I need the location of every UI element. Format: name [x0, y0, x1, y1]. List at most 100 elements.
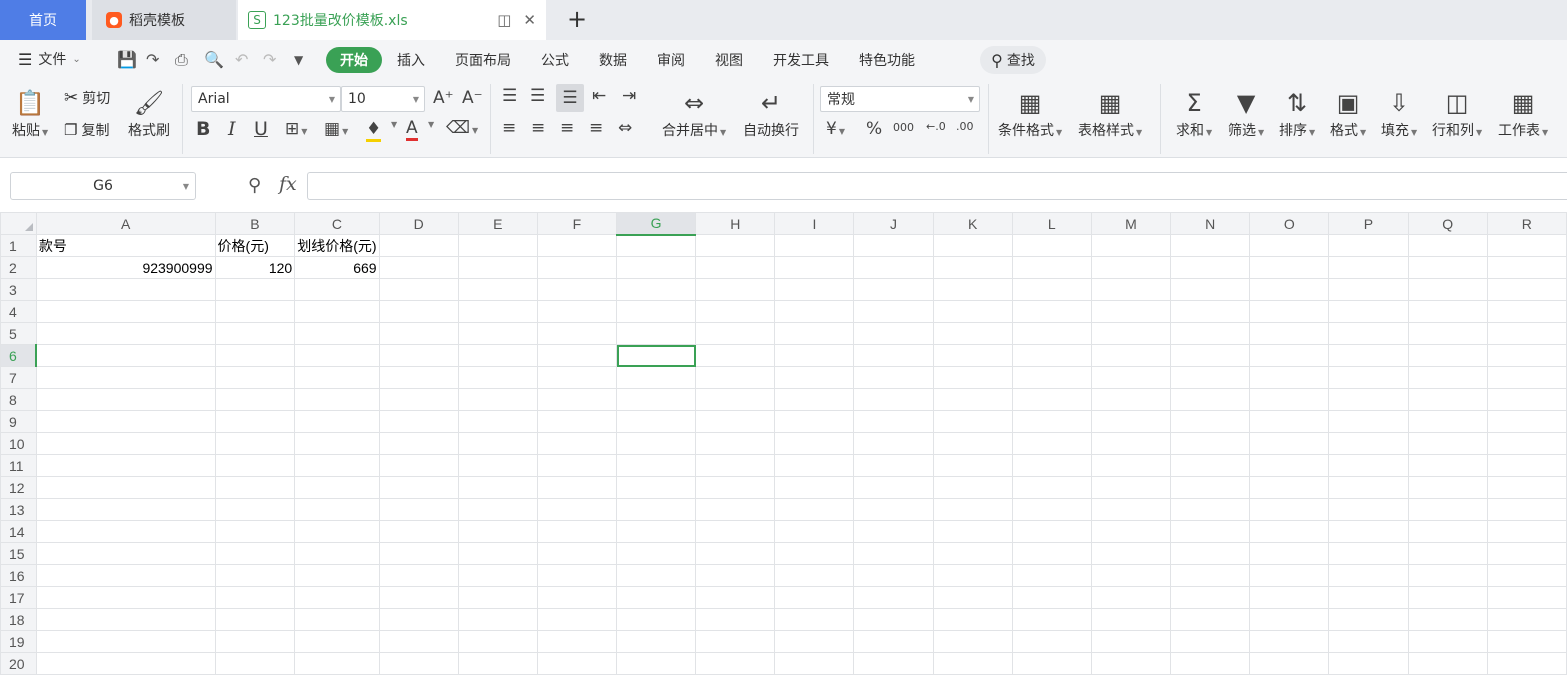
cell-h1[interactable] [695, 234, 776, 257]
cell-o1[interactable] [1249, 234, 1330, 257]
cell-q8[interactable] [1407, 388, 1488, 411]
fill-color-dropdown-icon[interactable]: ▼ [391, 120, 397, 129]
sort-button[interactable]: ⇅ 排序 ▼ [1279, 86, 1315, 140]
justify-icon[interactable]: ≡ [589, 118, 603, 138]
column-header-g[interactable]: G [616, 212, 697, 236]
cell-f15[interactable] [536, 542, 618, 565]
cell-i13[interactable] [774, 498, 855, 521]
cell-j6[interactable] [853, 344, 934, 367]
cell-c5[interactable] [294, 322, 380, 345]
tab-formulas[interactable]: 公式 [526, 47, 584, 73]
cell-e14[interactable] [457, 520, 538, 543]
cell-j17[interactable] [853, 586, 934, 609]
cell-c10[interactable] [294, 432, 380, 455]
cell-i18[interactable] [774, 608, 855, 631]
cell-k15[interactable] [932, 542, 1013, 565]
italic-icon[interactable]: I [228, 118, 236, 140]
cell-r3[interactable] [1486, 278, 1567, 301]
close-tab-icon[interactable]: ✕ [523, 11, 536, 29]
cell-c13[interactable] [294, 498, 380, 521]
cell-o9[interactable] [1249, 410, 1330, 433]
cell-h17[interactable] [695, 586, 776, 609]
cell-r2[interactable] [1486, 256, 1567, 279]
file-menu-button[interactable]: ☰ 文件 ⌄ [18, 49, 81, 69]
cell-a7[interactable] [35, 366, 216, 389]
cell-o15[interactable] [1249, 542, 1330, 565]
cell-g9[interactable] [616, 410, 697, 433]
cell-g1[interactable] [616, 234, 697, 257]
cell-a19[interactable] [35, 630, 216, 653]
cell-c1[interactable]: 划线价格(元) [294, 234, 380, 257]
cell-m7[interactable] [1090, 366, 1172, 389]
cell-o4[interactable] [1249, 300, 1330, 323]
tab-page-layout[interactable]: 页面布局 [440, 47, 526, 73]
cell-h9[interactable] [695, 410, 776, 433]
cell-c20[interactable] [294, 652, 380, 675]
cell-l16[interactable] [1011, 564, 1092, 587]
cell-q2[interactable] [1407, 256, 1488, 279]
cell-i2[interactable] [774, 256, 855, 279]
cell-r6[interactable] [1486, 344, 1567, 367]
cell-p3[interactable] [1328, 278, 1409, 301]
cell-g5[interactable] [616, 322, 697, 345]
cell-f18[interactable] [536, 608, 618, 631]
cell-d19[interactable] [378, 630, 459, 653]
cell-j5[interactable] [853, 322, 934, 345]
cell-q19[interactable] [1407, 630, 1488, 653]
align-bottom-icon[interactable]: ☰ [556, 84, 584, 112]
cell-g10[interactable] [616, 432, 697, 455]
cell-n12[interactable] [1170, 476, 1251, 499]
column-header-r[interactable]: R [1486, 212, 1567, 235]
cell-b6[interactable] [214, 344, 296, 367]
cell-j3[interactable] [853, 278, 934, 301]
cell-n7[interactable] [1170, 366, 1251, 389]
row-header-3[interactable]: 3 [0, 278, 37, 301]
cell-g8[interactable] [616, 388, 697, 411]
cell-j20[interactable] [853, 652, 934, 675]
cell-f11[interactable] [536, 454, 618, 477]
cell-b1[interactable]: 价格(元) [214, 234, 296, 257]
cell-a5[interactable] [35, 322, 216, 345]
cell-r18[interactable] [1486, 608, 1567, 631]
cell-f7[interactable] [536, 366, 618, 389]
cell-b2[interactable]: 120 [214, 256, 296, 279]
tab-spreadsheet-file[interactable]: S 123批量改价模板.xls ◫ ✕ [238, 0, 546, 40]
cell-k10[interactable] [932, 432, 1013, 455]
cell-o11[interactable] [1249, 454, 1330, 477]
row-header-17[interactable]: 17 [0, 586, 37, 609]
cell-k9[interactable] [932, 410, 1013, 433]
cell-g7[interactable] [616, 366, 697, 389]
cell-e10[interactable] [457, 432, 538, 455]
row-header-5[interactable]: 5 [0, 322, 37, 345]
increase-indent-icon[interactable]: ⇥ [622, 86, 636, 106]
cell-j1[interactable] [853, 234, 934, 257]
cell-m11[interactable] [1090, 454, 1172, 477]
font-color-icon[interactable]: A [406, 118, 418, 141]
cell-l19[interactable] [1011, 630, 1092, 653]
cell-o17[interactable] [1249, 586, 1330, 609]
cell-j12[interactable] [853, 476, 934, 499]
decrease-decimal-icon[interactable]: .00 [956, 120, 974, 133]
format-painter-button[interactable]: 🖌 格式刷 [128, 86, 170, 140]
cell-f16[interactable] [536, 564, 618, 587]
cell-h15[interactable] [695, 542, 776, 565]
cell-b4[interactable] [214, 300, 296, 323]
cell-m14[interactable] [1090, 520, 1172, 543]
cell-l20[interactable] [1011, 652, 1092, 675]
cell-i15[interactable] [774, 542, 855, 565]
cell-l14[interactable] [1011, 520, 1092, 543]
column-header-p[interactable]: P [1328, 212, 1409, 235]
cell-p8[interactable] [1328, 388, 1409, 411]
cell-h6[interactable] [695, 344, 776, 367]
cell-m12[interactable] [1090, 476, 1172, 499]
currency-icon[interactable]: ¥ ▼ [826, 119, 845, 139]
cut-button[interactable]: ✂ 剪切 [64, 88, 110, 108]
cell-a13[interactable] [35, 498, 216, 521]
cell-c7[interactable] [294, 366, 380, 389]
cell-n19[interactable] [1170, 630, 1251, 653]
window-mode-icon[interactable]: ◫ [497, 11, 511, 29]
cell-e13[interactable] [457, 498, 538, 521]
cell-m8[interactable] [1090, 388, 1172, 411]
cell-l15[interactable] [1011, 542, 1092, 565]
cell-e15[interactable] [457, 542, 538, 565]
